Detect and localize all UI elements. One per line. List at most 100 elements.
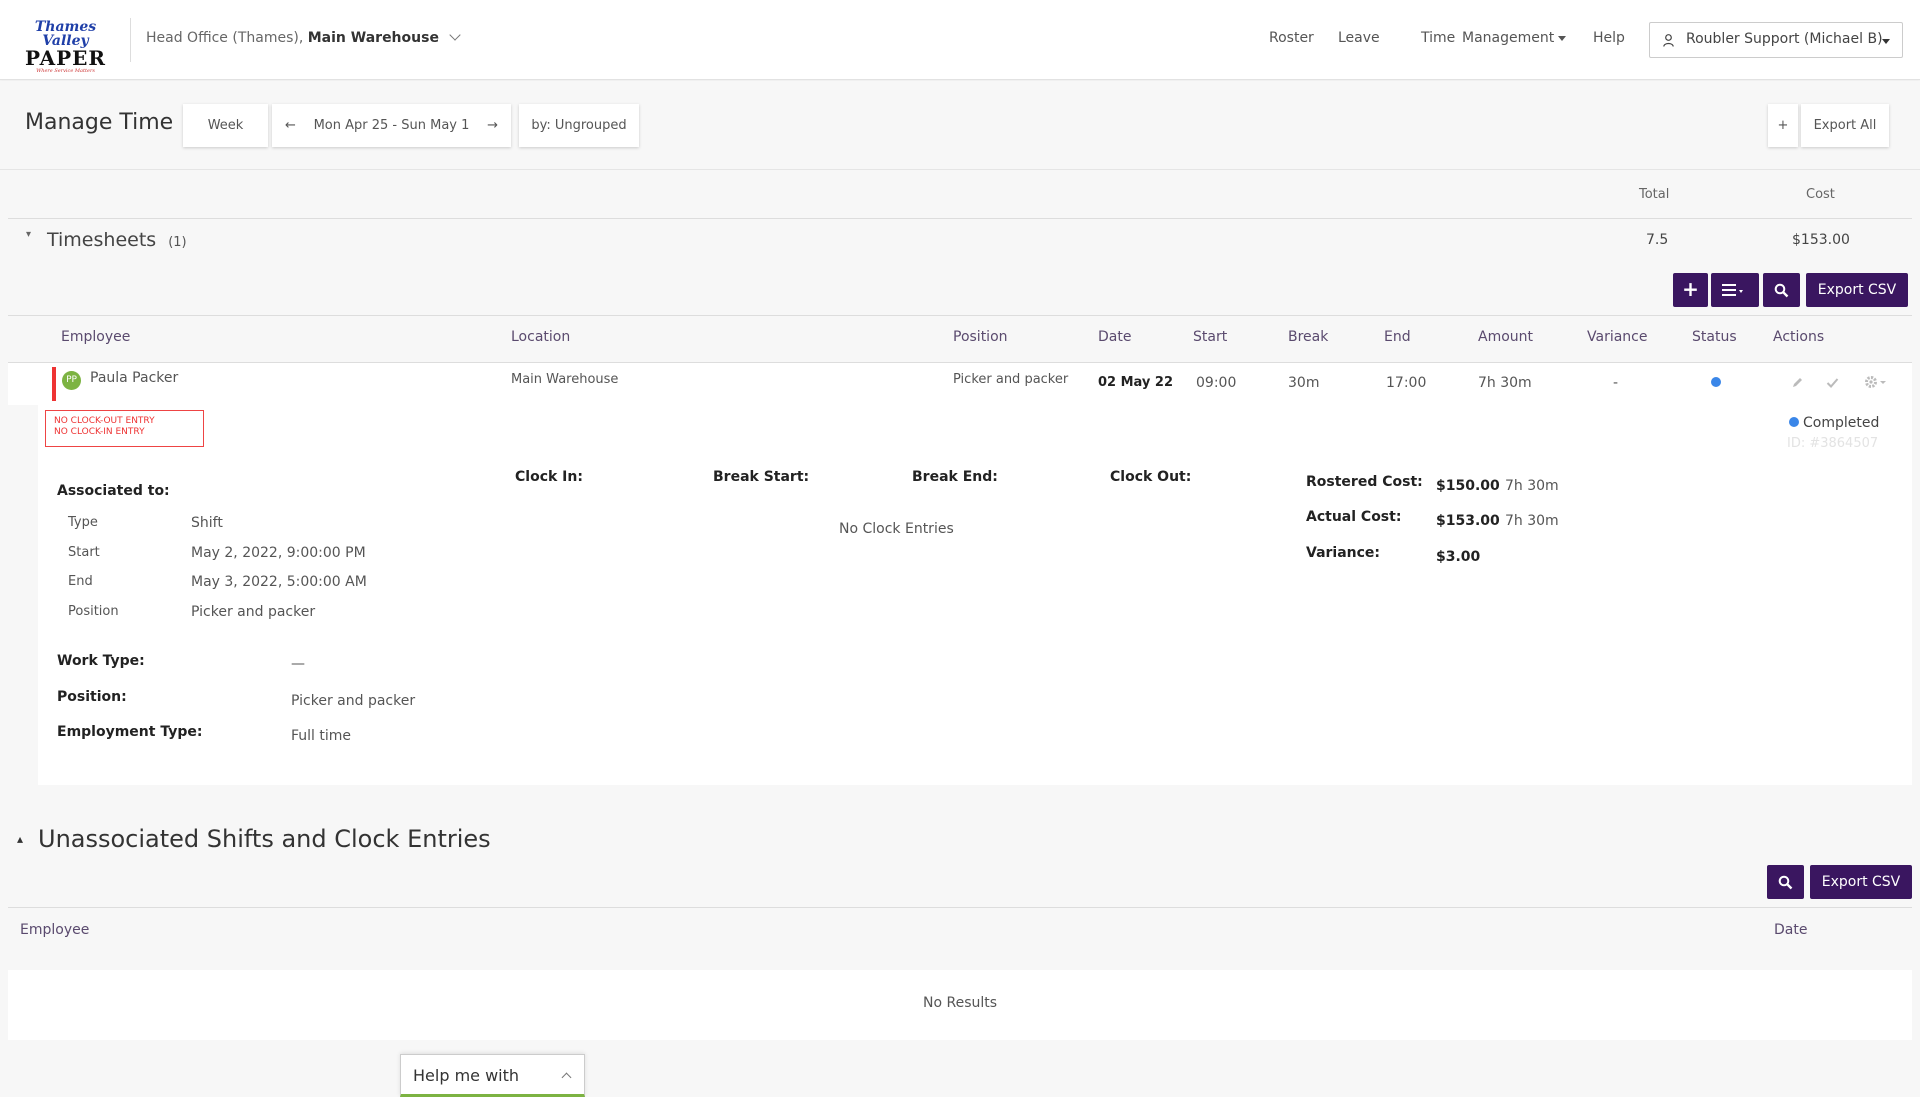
col-variance[interactable]: Variance xyxy=(1587,329,1647,345)
employee-name[interactable]: Paula Packer xyxy=(90,370,178,386)
avatar: PP xyxy=(62,371,81,390)
col-amount[interactable]: Amount xyxy=(1478,329,1533,345)
timesheet-id: ID: #3864507 xyxy=(1787,436,1879,451)
associated-to-label: Associated to: xyxy=(57,483,170,499)
amount-cell: 7h 30m xyxy=(1478,375,1532,391)
end-cell: 17:00 xyxy=(1386,375,1427,391)
rostered-cost-label: Rostered Cost: xyxy=(1306,474,1423,490)
assoc-type-value: Shift xyxy=(191,515,223,531)
clock-out-header: Clock Out: xyxy=(1110,469,1192,485)
approve-check-icon[interactable] xyxy=(1826,376,1839,389)
search-unassociated-button[interactable] xyxy=(1767,865,1804,899)
assoc-end-value: May 3, 2022, 5:00:00 AM xyxy=(191,574,367,590)
logo-divider xyxy=(130,18,131,62)
position-value: Picker and packer xyxy=(291,693,416,709)
gear-icon[interactable] xyxy=(1864,375,1888,389)
search-icon xyxy=(1774,283,1789,298)
variance-cell: - xyxy=(1613,375,1619,391)
date-range-label[interactable]: Mon Apr 25 - Sun May 1 xyxy=(314,118,470,133)
col-employee[interactable]: Employee xyxy=(61,329,130,345)
col-position[interactable]: Position xyxy=(953,329,1008,345)
cost-value: $153.00 xyxy=(1792,232,1850,248)
location-selector[interactable]: Head Office (Thames), Main Warehouse xyxy=(146,29,462,46)
timesheets-count: (1) xyxy=(168,235,187,250)
caret-down-icon xyxy=(1558,35,1567,41)
divider xyxy=(8,218,1912,219)
actual-time-value: 7h 30m xyxy=(1505,513,1559,529)
assoc-type-label: Type xyxy=(68,515,98,530)
top-navbar: Thames Valley PAPER Where Service Matter… xyxy=(0,0,1920,80)
unassociated-section-toggle[interactable]: ▴ xyxy=(17,832,23,846)
caret-down-icon xyxy=(1882,39,1890,44)
actual-cost-value: $153.00 xyxy=(1436,513,1500,529)
next-week-arrow-icon[interactable]: → xyxy=(487,104,498,147)
nav-management[interactable]: Management xyxy=(1462,30,1567,46)
variance-label: Variance: xyxy=(1306,545,1381,561)
total-column-header: Total xyxy=(1639,187,1670,202)
timesheets-section-title[interactable]: Timesheets (1) xyxy=(47,229,187,251)
page-title: Manage Time xyxy=(25,110,174,135)
prev-week-arrow-icon[interactable]: ← xyxy=(285,104,296,147)
add-button[interactable]: + xyxy=(1768,104,1798,147)
export-all-button[interactable]: Export All xyxy=(1801,104,1889,147)
employment-type-value: Full time xyxy=(291,728,352,744)
nav-help[interactable]: Help xyxy=(1593,30,1625,46)
menu-icon xyxy=(1722,284,1743,296)
add-timesheet-button[interactable]: + xyxy=(1673,273,1708,307)
col-start[interactable]: Start xyxy=(1193,329,1227,345)
user-icon xyxy=(1663,34,1674,47)
status-completed: Completed xyxy=(1789,415,1879,431)
divider xyxy=(8,907,1912,908)
actual-cost-label: Actual Cost: xyxy=(1306,509,1402,525)
rostered-cost-value: $150.00 xyxy=(1436,478,1500,494)
date-range-picker: ← Mon Apr 25 - Sun May 1 → xyxy=(272,104,511,147)
assoc-start-label: Start xyxy=(68,545,100,560)
unassociated-section-title[interactable]: Unassociated Shifts and Clock Entries xyxy=(38,825,491,853)
nav-leave[interactable]: Leave xyxy=(1338,30,1380,46)
clock-in-header: Clock In: xyxy=(515,469,583,485)
export-csv-unassociated-button[interactable]: Export CSV xyxy=(1810,865,1912,899)
export-csv-button[interactable]: Export CSV xyxy=(1806,273,1908,307)
search-timesheets-button[interactable] xyxy=(1763,273,1800,307)
period-selector[interactable]: Week xyxy=(183,104,268,147)
work-type-value: — xyxy=(291,656,305,672)
edit-pencil-icon[interactable] xyxy=(1791,376,1804,389)
variance-value: $3.00 xyxy=(1436,549,1481,565)
nav-roster[interactable]: Roster xyxy=(1269,30,1314,46)
start-cell: 09:00 xyxy=(1196,375,1237,391)
col-employee-unassociated[interactable]: Employee xyxy=(20,922,89,938)
company-logo[interactable]: Thames Valley PAPER Where Service Matter… xyxy=(18,20,113,74)
employment-type-label: Employment Type: xyxy=(57,724,203,740)
col-location[interactable]: Location xyxy=(511,329,570,345)
col-break[interactable]: Break xyxy=(1288,329,1328,345)
break-end-header: Break End: xyxy=(912,469,998,485)
list-options-button[interactable] xyxy=(1711,273,1759,307)
chevron-down-icon xyxy=(449,29,462,41)
no-results: No Results xyxy=(923,995,998,1011)
no-clock-entries: No Clock Entries xyxy=(839,521,954,537)
nav-time[interactable]: Time xyxy=(1421,30,1455,46)
total-value: 7.5 xyxy=(1646,232,1669,248)
col-end[interactable]: End xyxy=(1384,329,1411,345)
help-widget[interactable]: Help me with xyxy=(400,1054,585,1097)
col-actions: Actions xyxy=(1773,329,1825,345)
position-label: Position: xyxy=(57,689,127,705)
break-start-header: Break Start: xyxy=(713,469,810,485)
status-dot xyxy=(1711,377,1721,387)
break-cell: 30m xyxy=(1288,375,1320,391)
col-date-unassociated[interactable]: Date xyxy=(1774,922,1807,938)
location-cell: Main Warehouse xyxy=(511,372,619,387)
user-menu-button[interactable]: Roubler Support (Michael B) xyxy=(1649,22,1903,58)
timesheets-section-toggle[interactable]: ▾ xyxy=(26,229,31,240)
clock-warning-badge: NO CLOCK-OUT ENTRY NO CLOCK-IN ENTRY xyxy=(45,410,204,447)
col-status[interactable]: Status xyxy=(1692,329,1737,345)
search-icon xyxy=(1778,875,1793,890)
assoc-position-label: Position xyxy=(68,604,119,619)
assoc-end-label: End xyxy=(68,574,93,589)
group-by-selector[interactable]: by: Ungrouped xyxy=(519,104,639,147)
assoc-start-value: May 2, 2022, 9:00:00 PM xyxy=(191,545,366,561)
col-date[interactable]: Date xyxy=(1098,329,1131,345)
position-cell: Picker and packer xyxy=(953,372,1069,387)
divider xyxy=(8,315,1912,316)
cost-column-header: Cost xyxy=(1806,187,1835,202)
